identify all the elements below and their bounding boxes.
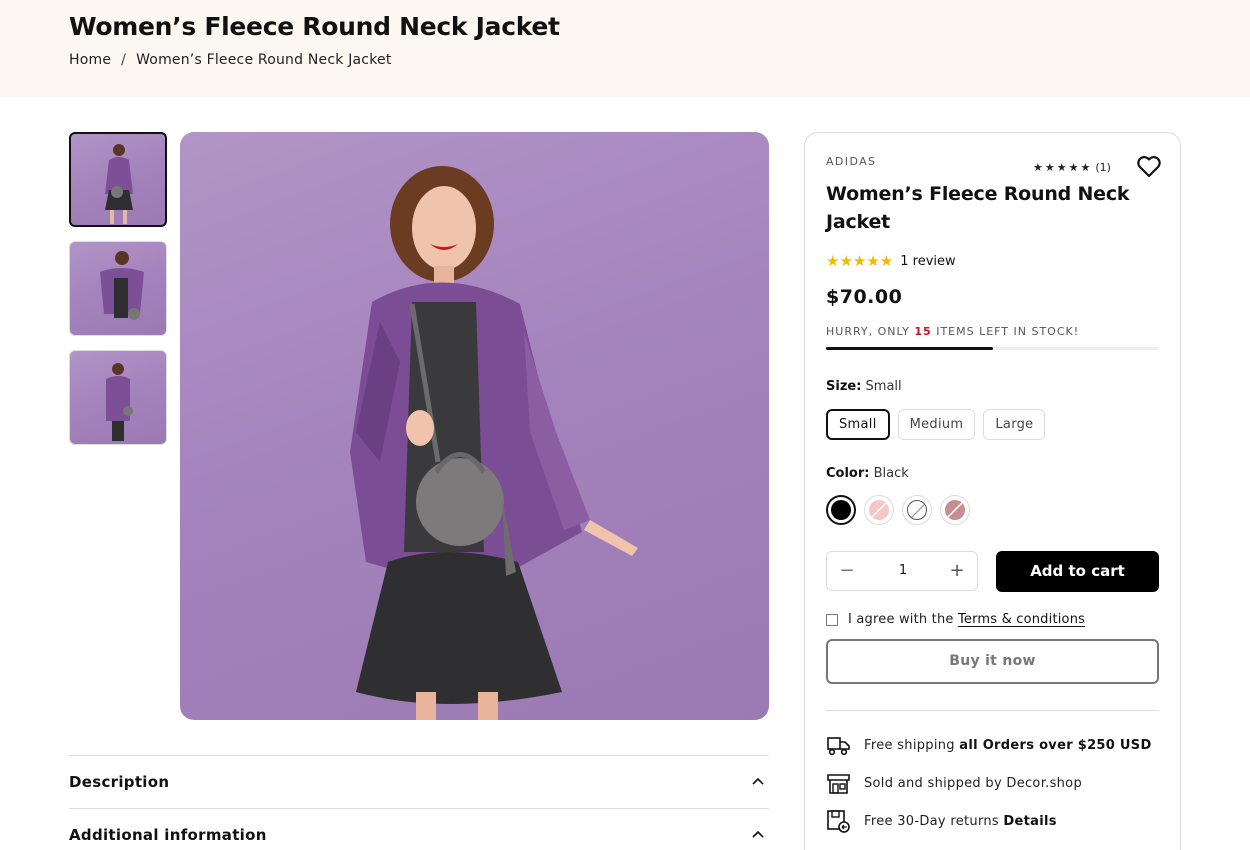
info-seller: Sold and shipped by Decor.shop xyxy=(826,771,1082,796)
breadcrumb: Home / Women’s Fleece Round Neck Jacket xyxy=(69,52,392,68)
quantity-decrease-button[interactable]: − xyxy=(837,561,857,581)
rating-stars-icon: ★★★★★ xyxy=(826,252,894,270)
chevron-up-icon xyxy=(752,777,764,785)
unavailable-slash-icon xyxy=(870,501,888,519)
size-option-large[interactable]: Large xyxy=(983,409,1046,440)
color-selected-value: Black xyxy=(873,466,909,481)
truck-icon xyxy=(827,737,850,756)
stock-notice: HURRY, ONLY 15 ITEMS LEFT IN STOCK! xyxy=(826,325,1079,338)
info-returns-link[interactable]: Details xyxy=(1003,814,1056,829)
stock-prefix: HURRY, ONLY xyxy=(826,325,915,338)
model-photo xyxy=(350,166,638,720)
rating-stars-icon: ★★★★★ xyxy=(1033,161,1093,174)
top-rating[interactable]: ★★★★★ (1) xyxy=(1033,161,1111,174)
breadcrumb-home[interactable]: Home xyxy=(69,52,111,68)
thumbnail-1[interactable] xyxy=(69,132,167,227)
info-seller-text: Sold and shipped by Decor.shop xyxy=(864,776,1082,791)
thumbnail-3[interactable] xyxy=(69,350,167,445)
divider xyxy=(826,710,1159,711)
info-shipping-bold: all Orders over $250 USD xyxy=(959,738,1152,753)
page-header: Women’s Fleece Round Neck Jacket Home / … xyxy=(0,0,1250,97)
color-swatch-black[interactable] xyxy=(826,495,856,525)
terms-prefix: I agree with the xyxy=(848,612,958,627)
stock-progress-bar xyxy=(826,347,1159,350)
swatch-fill xyxy=(869,500,889,520)
review-summary[interactable]: ★★★★★ 1 review xyxy=(826,252,956,270)
model-photo xyxy=(106,363,133,441)
quantity-input[interactable]: 1 xyxy=(887,563,919,578)
chevron-up-icon xyxy=(752,830,764,838)
swatch-fill xyxy=(907,500,927,520)
accordion-title: Additional information xyxy=(69,826,267,844)
wishlist-heart-icon[interactable] xyxy=(1136,155,1162,179)
product-info-panel: ADIDAS ★★★★★ (1) Women’s Fleece Round Ne… xyxy=(804,132,1181,850)
product-title: Women’s Fleece Round Neck Jacket xyxy=(826,183,1130,233)
size-label: Size: Small xyxy=(826,379,902,394)
thumbnail-2[interactable] xyxy=(69,241,167,336)
terms-checkbox[interactable] xyxy=(826,613,838,626)
model-photo xyxy=(100,251,144,320)
product-brand[interactable]: ADIDAS xyxy=(826,155,876,168)
size-selected-value: Small xyxy=(865,379,902,394)
color-label: Color: Black xyxy=(826,466,909,481)
quantity-stepper: − 1 + xyxy=(826,551,978,591)
info-shipping: Free shipping all Orders over $250 USD xyxy=(826,733,1152,758)
terms-link[interactable]: Terms & conditions xyxy=(958,612,1085,627)
info-shipping-text: Free shipping xyxy=(864,738,960,753)
page-title: Women’s Fleece Round Neck Jacket xyxy=(69,12,560,41)
info-returns-text: Free 30-Day returns xyxy=(864,814,1004,829)
color-label-key: Color: xyxy=(826,466,870,481)
unavailable-slash-icon xyxy=(946,501,964,519)
accordion-title: Description xyxy=(69,773,170,791)
terms-text: I agree with the Terms & conditions xyxy=(848,612,1085,627)
info-text: Free 30-Day returns Details xyxy=(864,814,1057,829)
main-product-image[interactable] xyxy=(180,132,769,720)
accordion-additional-information[interactable]: Additional information xyxy=(69,808,769,850)
stock-suffix: ITEMS LEFT IN STOCK! xyxy=(931,325,1080,338)
terms-agreement: I agree with the Terms & conditions xyxy=(826,612,1085,627)
size-option-medium[interactable]: Medium xyxy=(897,409,976,440)
size-options: Small Medium Large xyxy=(826,409,1046,440)
review-count-label: 1 review xyxy=(900,253,956,269)
breadcrumb-current: Women’s Fleece Round Neck Jacket xyxy=(136,52,392,68)
accordion-description[interactable]: Description xyxy=(69,755,769,808)
color-swatch-white[interactable] xyxy=(902,495,932,525)
stock-count: 15 xyxy=(914,325,932,338)
quantity-increase-button[interactable]: + xyxy=(947,561,967,581)
color-swatch-mauve[interactable] xyxy=(940,495,970,525)
return-box-icon xyxy=(827,810,850,833)
stock-progress-fill xyxy=(826,347,993,350)
buy-now-button[interactable]: Buy it now xyxy=(826,639,1159,684)
size-label-key: Size: xyxy=(826,379,862,394)
swatch-fill xyxy=(945,500,965,520)
product-price: $70.00 xyxy=(826,286,903,308)
rating-count: (1) xyxy=(1095,161,1111,174)
add-to-cart-button[interactable]: Add to cart xyxy=(996,551,1159,592)
store-icon xyxy=(827,774,850,794)
info-text: Free shipping all Orders over $250 USD xyxy=(864,738,1152,753)
breadcrumb-separator: / xyxy=(121,52,127,68)
info-returns: Free 30-Day returns Details xyxy=(826,809,1057,834)
color-swatch-pink[interactable] xyxy=(864,495,894,525)
model-photo xyxy=(105,144,133,224)
size-option-small[interactable]: Small xyxy=(826,409,890,440)
color-options xyxy=(826,495,970,525)
unavailable-slash-icon xyxy=(909,502,926,519)
swatch-fill xyxy=(831,500,851,520)
